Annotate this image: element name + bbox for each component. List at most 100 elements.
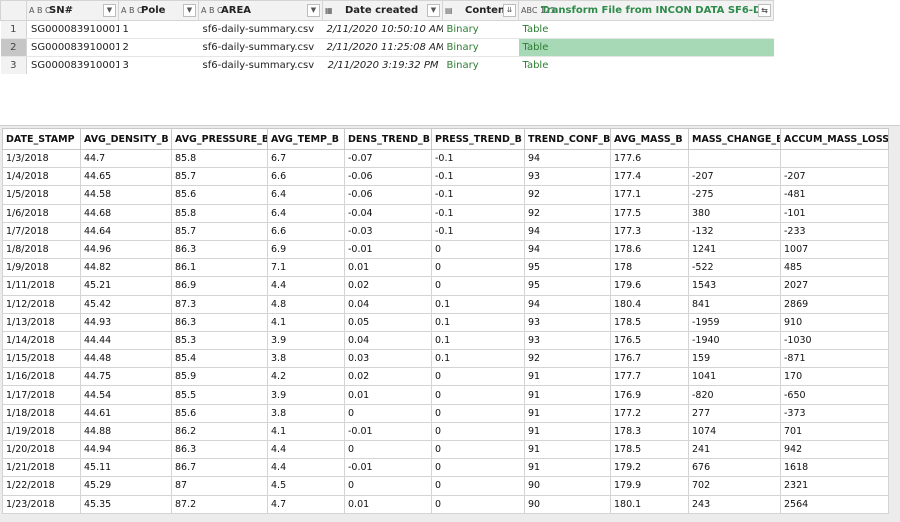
preview-cell: 45.42 bbox=[80, 294, 172, 314]
column-header-content[interactable]: ▤Content⇊ bbox=[442, 0, 519, 21]
preview-cell: 7.1 bbox=[267, 258, 345, 278]
preview-cell: 2564 bbox=[780, 494, 889, 514]
cell-area[interactable]: sf6-daily-summary.csv bbox=[198, 56, 323, 75]
preview-cell: 277 bbox=[688, 403, 781, 423]
preview-cell: 4.4 bbox=[267, 276, 345, 296]
preview-cell: 1/20/2018 bbox=[2, 439, 81, 460]
cell-transform-table[interactable]: Table bbox=[518, 20, 774, 39]
filter-dropdown-icon[interactable]: ▼ bbox=[307, 4, 320, 17]
column-header-pole[interactable]: A B C Pole ▼ bbox=[118, 0, 199, 21]
preview-cell: 0.02 bbox=[344, 367, 432, 387]
table-row[interactable]: 3 SG000083910001 3 sf6-daily-summary.csv… bbox=[0, 56, 774, 75]
cell-date-created[interactable]: 2/11/2020 10:50:10 AM bbox=[322, 20, 443, 39]
preview-cell: 0 bbox=[431, 367, 525, 387]
row-number[interactable]: 3 bbox=[0, 56, 27, 75]
expand-column-icon[interactable]: ⇆ bbox=[758, 4, 771, 17]
preview-cell: 178.5 bbox=[610, 439, 689, 460]
preview-cell: 0 bbox=[344, 476, 432, 496]
preview-cell: -0.01 bbox=[344, 458, 432, 478]
row-number[interactable]: 2 bbox=[0, 38, 27, 57]
preview-cell: 45.35 bbox=[80, 494, 172, 514]
preview-cell: 2027 bbox=[780, 276, 889, 296]
preview-cell: 87.3 bbox=[171, 294, 268, 314]
preview-cell: 4.1 bbox=[267, 312, 345, 332]
cell-sn[interactable]: SG000083910001 bbox=[26, 38, 119, 57]
preview-cell: 44.48 bbox=[80, 349, 172, 369]
preview-cell: 45.21 bbox=[80, 276, 172, 296]
preview-cell: 44.65 bbox=[80, 167, 172, 187]
table-row: 1/4/2018 44.65 85.7 6.6 -0.06 -0.1 93 177.4 -207… bbox=[2, 167, 889, 187]
table-row: 1/21/2018 45.11 86.7 4.4 -0.01 0 91 179.2 676 161… bbox=[2, 458, 889, 478]
text-type-icon[interactable]: A B C bbox=[201, 6, 223, 15]
preview-cell: 1074 bbox=[688, 421, 781, 442]
cell-area[interactable]: sf6-daily-summary.csv bbox=[198, 20, 323, 39]
preview-cell: 0 bbox=[431, 258, 525, 278]
preview-cell: 45.11 bbox=[80, 458, 172, 478]
column-header-sn[interactable]: A B C SN# ▼ bbox=[26, 0, 119, 21]
preview-cell: 44.93 bbox=[80, 312, 172, 332]
preview-cell: 1/3/2018 bbox=[2, 148, 81, 169]
datetime-type-icon[interactable]: ▦ bbox=[325, 6, 345, 15]
preview-cell: 0.1 bbox=[431, 349, 525, 369]
cell-sn[interactable]: SG000083910001 bbox=[26, 20, 119, 39]
preview-column-header: PRESS_TREND_B bbox=[431, 128, 525, 150]
select-all-corner[interactable] bbox=[0, 0, 27, 21]
table-row: 1/13/2018 44.93 86.3 4.1 0.05 0.1 93 178.5 -1959… bbox=[2, 312, 889, 332]
cell-content-binary[interactable]: Binary bbox=[442, 38, 519, 57]
preview-cell: 0 bbox=[431, 476, 525, 496]
column-header-label: Transform File from INCON DATA SF6-DAILY bbox=[541, 5, 758, 16]
preview-cell: 1/6/2018 bbox=[2, 203, 81, 223]
cell-pole[interactable]: 3 bbox=[118, 56, 199, 75]
filter-dropdown-icon[interactable]: ▼ bbox=[183, 4, 196, 17]
preview-cell: 44.94 bbox=[80, 439, 172, 460]
preview-cell: -1940 bbox=[688, 330, 781, 351]
preview-cell: 85.7 bbox=[171, 221, 268, 241]
cell-date-created[interactable]: 2/11/2020 3:19:32 PM bbox=[322, 56, 443, 75]
preview-cell: 380 bbox=[688, 203, 781, 223]
cell-pole[interactable]: 1 bbox=[118, 20, 199, 39]
preview-cell: -0.07 bbox=[344, 148, 432, 169]
column-header-transform-file[interactable]: ABC 123 Transform File from INCON DATA SF… bbox=[518, 0, 774, 21]
preview-cell: -0.01 bbox=[344, 421, 432, 442]
table-row[interactable]: 1 SG000083910001 1 sf6-daily-summary.csv… bbox=[0, 20, 774, 39]
column-header-date-created[interactable]: ▦ Date created ▼ bbox=[322, 0, 443, 21]
binary-type-icon[interactable]: ▤ bbox=[445, 6, 465, 15]
cell-pole[interactable]: 2 bbox=[118, 38, 199, 57]
preview-cell: 702 bbox=[688, 476, 781, 496]
column-header-label: Content bbox=[465, 5, 503, 16]
cell-content-binary[interactable]: Binary bbox=[442, 56, 519, 75]
preview-cell: -207 bbox=[688, 167, 781, 187]
preview-cell: -0.06 bbox=[344, 185, 432, 205]
column-header-area[interactable]: A B C AREA ▼ bbox=[198, 0, 323, 21]
preview-cell: 0 bbox=[431, 385, 525, 405]
table-row: 1/18/2018 44.61 85.6 3.8 0 0 91 177.2 277 -373 bbox=[2, 403, 889, 423]
preview-cell: -101 bbox=[780, 203, 889, 223]
table-row[interactable]: 2 SG000083910001 2 sf6-daily-summary.csv… bbox=[0, 38, 774, 57]
preview-cell: 4.2 bbox=[267, 367, 345, 387]
preview-cell: 85.3 bbox=[171, 330, 268, 351]
preview-cell: 94 bbox=[524, 221, 611, 241]
cell-content-binary[interactable]: Binary bbox=[442, 20, 519, 39]
preview-cell: 180.1 bbox=[610, 494, 689, 514]
cell-date-created[interactable]: 2/11/2020 11:25:08 AM bbox=[322, 38, 443, 57]
preview-cell: 177.4 bbox=[610, 167, 689, 187]
cell-area[interactable]: sf6-daily-summary.csv bbox=[198, 38, 323, 57]
text-type-icon[interactable]: A B C bbox=[29, 6, 51, 15]
preview-cell: 91 bbox=[524, 403, 611, 423]
preview-cell: 676 bbox=[688, 458, 781, 478]
query-results-grid: A B C SN# ▼ A B C Pole ▼ A B C AREA ▼ ▦ Date cr… bbox=[0, 0, 774, 75]
table-row: 1/23/2018 45.35 87.2 4.7 0.01 0 90 180.1 243 2564 bbox=[2, 494, 889, 514]
filter-dropdown-icon[interactable]: ▼ bbox=[103, 4, 116, 17]
cell-transform-table[interactable]: Table bbox=[518, 56, 774, 75]
row-number[interactable]: 1 bbox=[0, 20, 27, 39]
text-type-icon[interactable]: A B C bbox=[121, 6, 143, 15]
any-type-icon[interactable]: ABC 123 bbox=[521, 6, 555, 15]
preview-cell: 179.2 bbox=[610, 458, 689, 478]
cell-transform-table-selected[interactable]: Table bbox=[518, 38, 774, 57]
cell-sn[interactable]: SG000083910001 bbox=[26, 56, 119, 75]
preview-cell: -0.03 bbox=[344, 221, 432, 241]
table-row: 1/22/2018 45.29 87 4.5 0 0 90 179.9 702 2321 bbox=[2, 476, 889, 496]
filter-dropdown-icon[interactable]: ▼ bbox=[427, 4, 440, 17]
download-icon[interactable]: ⇊ bbox=[503, 4, 516, 17]
preview-cell: 1/12/2018 bbox=[2, 294, 81, 314]
